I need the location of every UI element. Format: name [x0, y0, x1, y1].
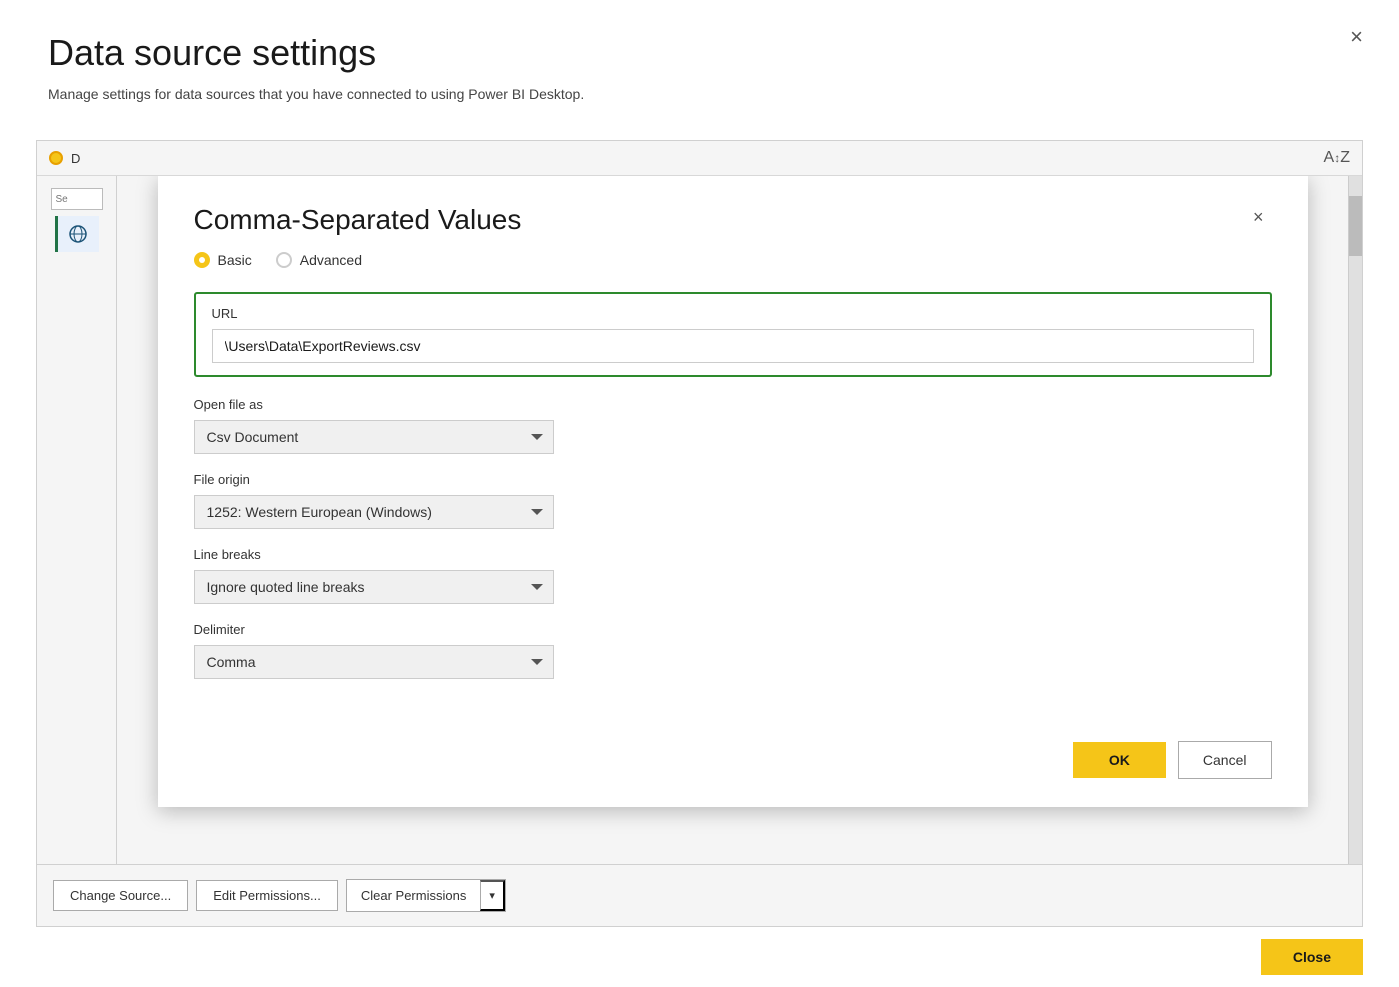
delimiter-field: Delimiter Comma: [194, 622, 1272, 679]
open-file-field: Open file as Csv Document: [194, 397, 1272, 454]
radio-advanced-input[interactable]: [276, 252, 292, 268]
change-source-button[interactable]: Change Source...: [53, 880, 188, 911]
page-title: Data source settings: [48, 32, 1351, 74]
radio-basic-input[interactable]: [194, 252, 210, 268]
outer-dialog-title-text: D: [71, 151, 80, 166]
inner-modal-close-button[interactable]: ×: [1245, 204, 1272, 230]
inner-modal-title: Comma-Separated Values: [194, 204, 522, 236]
outer-bottom-bar: Change Source... Edit Permissions... Cle…: [37, 864, 1362, 926]
file-origin-label: File origin: [194, 472, 1272, 487]
edit-permissions-button[interactable]: Edit Permissions...: [196, 880, 338, 911]
ok-button[interactable]: OK: [1073, 742, 1166, 778]
line-breaks-label: Line breaks: [194, 547, 1272, 562]
outer-main-area: Comma-Separated Values × Basic: [117, 176, 1348, 864]
radio-advanced-text: Advanced: [300, 252, 362, 268]
inner-modal-dialog: Comma-Separated Values × Basic: [158, 176, 1308, 807]
outer-dialog: D A↕Z: [36, 140, 1363, 927]
file-origin-field: File origin 1252: Western European (Wind…: [194, 472, 1272, 529]
radio-basic-label[interactable]: Basic: [194, 252, 252, 268]
page-background: Data source settings Manage settings for…: [0, 0, 1399, 987]
line-breaks-field: Line breaks Ignore quoted line breaks: [194, 547, 1272, 604]
radio-group: Basic Advanced: [194, 252, 1272, 268]
page-header: Data source settings Manage settings for…: [0, 0, 1399, 118]
datasource-icon[interactable]: [55, 216, 99, 252]
clear-permissions-split-button: Clear Permissions ▾: [346, 879, 506, 912]
line-breaks-select[interactable]: Ignore quoted line breaks: [194, 570, 554, 604]
open-file-select[interactable]: Csv Document: [194, 420, 554, 454]
search-input[interactable]: [51, 188, 103, 210]
clear-permissions-dropdown-arrow[interactable]: ▾: [480, 880, 505, 911]
open-file-label: Open file as: [194, 397, 1272, 412]
file-origin-select[interactable]: 1252: Western European (Windows): [194, 495, 554, 529]
radio-yellow-indicator: [49, 151, 63, 165]
delimiter-label: Delimiter: [194, 622, 1272, 637]
inner-modal-body: Basic Advanced URL: [158, 252, 1308, 725]
outer-left-panel: [37, 176, 117, 864]
scrollbar-track: [1348, 176, 1362, 864]
radio-basic-text: Basic: [218, 252, 252, 268]
page-bottom-bar: Close: [0, 927, 1399, 987]
close-button[interactable]: Close: [1261, 939, 1363, 975]
scrollbar-thumb[interactable]: [1349, 196, 1362, 256]
url-input[interactable]: [212, 329, 1254, 363]
url-label: URL: [212, 306, 1254, 321]
url-section: URL: [194, 292, 1272, 377]
radio-advanced-label[interactable]: Advanced: [276, 252, 362, 268]
inner-modal-header: Comma-Separated Values ×: [158, 176, 1308, 252]
delimiter-select[interactable]: Comma: [194, 645, 554, 679]
outer-dialog-body: Comma-Separated Values × Basic: [37, 176, 1362, 864]
page-close-button[interactable]: ×: [1350, 24, 1363, 50]
inner-modal-footer: OK Cancel: [158, 725, 1308, 807]
outer-dialog-topbar: D A↕Z: [37, 141, 1362, 176]
sort-icon: A↕Z: [1324, 149, 1350, 167]
clear-permissions-button[interactable]: Clear Permissions: [347, 880, 480, 911]
cancel-button[interactable]: Cancel: [1178, 741, 1272, 779]
page-subtitle: Manage settings for data sources that yo…: [48, 86, 1351, 102]
